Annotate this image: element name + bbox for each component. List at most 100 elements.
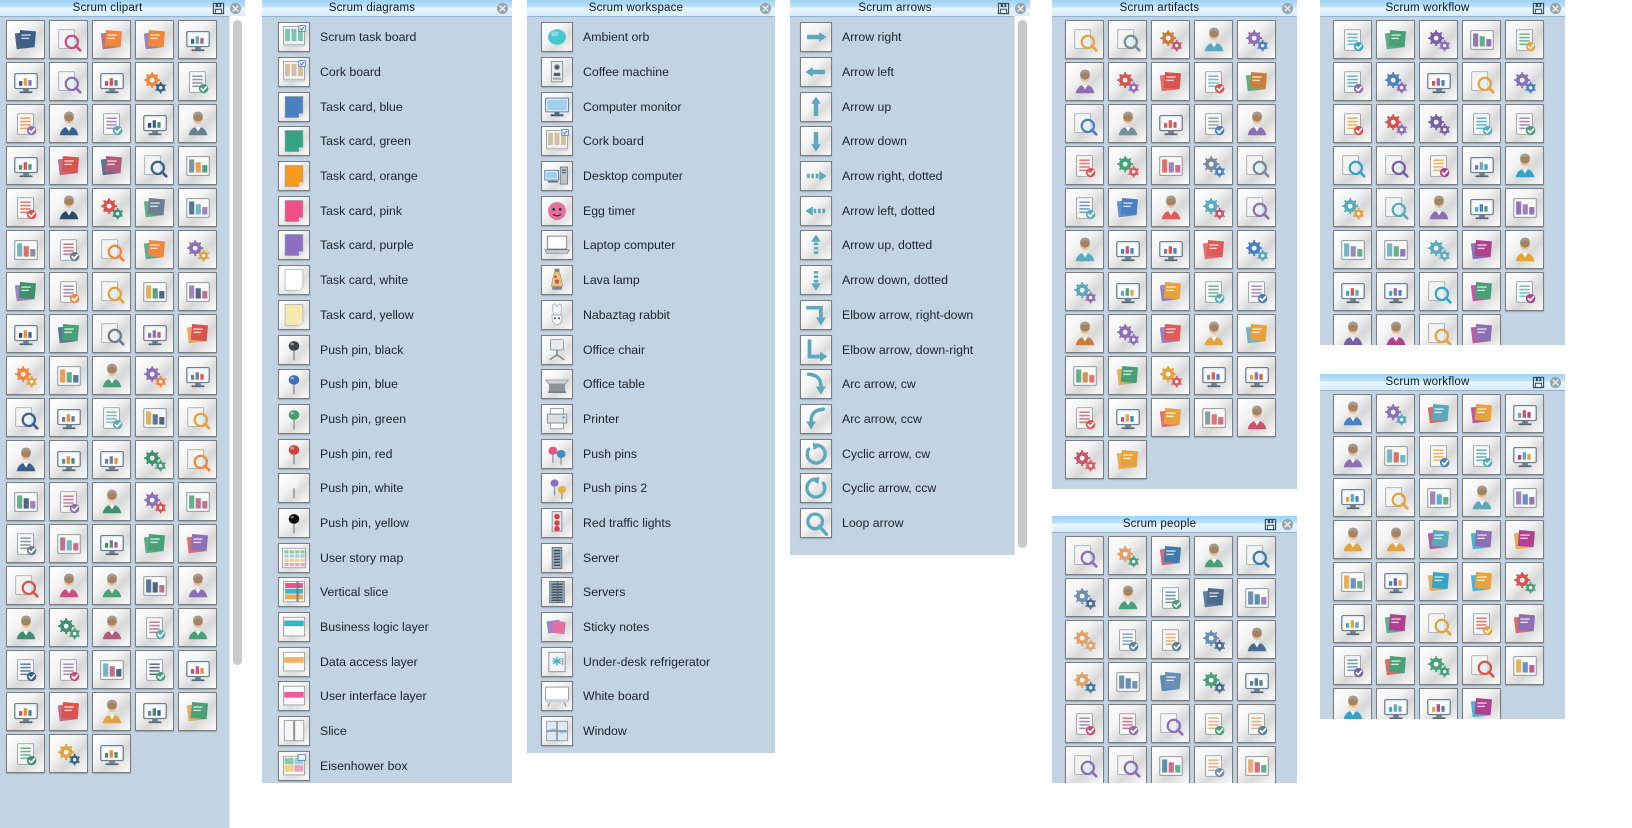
stencil-item[interactable] <box>1333 436 1372 475</box>
stencil-item[interactable] <box>1419 20 1458 59</box>
list-item[interactable]: Push pin, black <box>278 332 512 367</box>
stencil-item[interactable] <box>92 440 131 479</box>
stencil-item[interactable] <box>92 104 131 143</box>
stencil-item[interactable] <box>1505 562 1544 601</box>
list-item[interactable]: Window <box>541 714 775 749</box>
stencil-item[interactable] <box>178 650 217 689</box>
stencil-item[interactable] <box>135 692 174 731</box>
office-table-icon[interactable] <box>541 369 573 400</box>
stencil-item[interactable] <box>1505 394 1544 433</box>
stencil-item[interactable] <box>1505 230 1544 269</box>
stencil-item[interactable] <box>1419 104 1458 143</box>
push-pin-blue-icon[interactable] <box>278 369 310 400</box>
stencil-item[interactable] <box>92 566 131 605</box>
stencil-item[interactable] <box>1419 272 1458 311</box>
stencil-item[interactable] <box>135 440 174 479</box>
stencil-item[interactable] <box>49 230 88 269</box>
scrollbar-thumb[interactable] <box>1018 20 1027 548</box>
stencil-item[interactable] <box>1333 646 1372 685</box>
stencil-item[interactable] <box>1151 746 1190 783</box>
stencil-item[interactable] <box>1505 646 1544 685</box>
stencil-item[interactable] <box>1151 662 1190 701</box>
list-item[interactable]: Sticky notes <box>541 610 775 645</box>
stencil-item[interactable] <box>1065 146 1104 185</box>
user-interface-layer-icon[interactable] <box>278 681 310 712</box>
push-pins-2-icon[interactable] <box>541 473 573 504</box>
stencil-item[interactable] <box>1333 104 1372 143</box>
stencil-item[interactable] <box>6 146 45 185</box>
stencil-item[interactable] <box>1108 20 1147 59</box>
titlebar-scrum-arrows[interactable]: Scrum arrows <box>790 0 1030 17</box>
arc-arrow-ccw-icon[interactable] <box>800 403 832 434</box>
stencil-item[interactable] <box>1237 536 1276 575</box>
titlebar-scrum-workflow-bottom[interactable]: Scrum workflow <box>1320 374 1565 391</box>
stencil-item[interactable] <box>178 482 217 521</box>
stencil-item[interactable] <box>1194 188 1233 227</box>
stencil-item[interactable] <box>1194 314 1233 353</box>
list-item[interactable]: Arc arrow, cw <box>800 367 1014 402</box>
stencil-item[interactable] <box>135 608 174 647</box>
panel-scrum-artifacts[interactable]: Scrum artifacts <box>1052 0 1297 489</box>
save-floppy-icon[interactable] <box>1532 2 1545 15</box>
stencil-item[interactable] <box>1376 146 1415 185</box>
stencil-item[interactable] <box>1462 478 1501 517</box>
stencil-item[interactable] <box>1505 62 1544 101</box>
stencil-item[interactable] <box>1376 520 1415 559</box>
printer-icon[interactable] <box>541 403 573 434</box>
stencil-item[interactable] <box>6 692 45 731</box>
lava-lamp-icon[interactable] <box>541 265 573 296</box>
stencil-item[interactable] <box>1376 604 1415 643</box>
stencil-item[interactable] <box>1065 272 1104 311</box>
stencil-item[interactable] <box>1237 62 1276 101</box>
stencil-item[interactable] <box>1237 746 1276 783</box>
sticky-notes-icon[interactable] <box>541 612 573 643</box>
stencil-item[interactable] <box>49 608 88 647</box>
coffee-machine-icon[interactable] <box>541 57 573 88</box>
stencil-item[interactable] <box>178 272 217 311</box>
under-desk-refrigerator-icon[interactable] <box>541 646 573 677</box>
stencil-item[interactable] <box>49 146 88 185</box>
stencil-item[interactable] <box>1376 562 1415 601</box>
stencil-item[interactable] <box>1194 746 1233 783</box>
save-floppy-icon[interactable] <box>1532 376 1545 389</box>
stencil-item[interactable] <box>178 398 217 437</box>
stencil-item[interactable] <box>1333 62 1372 101</box>
stencil-item[interactable] <box>1333 394 1372 433</box>
workspace-list-scroll[interactable]: Ambient orb Coffee machine Computer monito… <box>527 16 775 753</box>
server-icon[interactable] <box>541 542 573 573</box>
stencil-item[interactable] <box>92 146 131 185</box>
list-item[interactable]: Push pin, green <box>278 402 512 437</box>
stencil-item[interactable] <box>49 188 88 227</box>
task-card-orange-icon[interactable] <box>278 161 310 192</box>
elbow-arrow-right-down-icon[interactable] <box>800 299 832 330</box>
stencil-item[interactable] <box>1108 704 1147 743</box>
save-floppy-icon[interactable] <box>997 2 1010 15</box>
list-item[interactable]: Arrow right, dotted <box>800 159 1014 194</box>
stencil-item[interactable] <box>1108 662 1147 701</box>
list-item[interactable]: Computer monitor <box>541 89 775 124</box>
list-item[interactable]: Cork board <box>278 55 512 90</box>
list-item[interactable]: Desktop computer <box>541 159 775 194</box>
list-item[interactable]: Task card, blue <box>278 89 512 124</box>
stencil-item[interactable] <box>1376 688 1415 719</box>
list-item[interactable]: Coffee machine <box>541 55 775 90</box>
panel-scrum-workspace[interactable]: Scrum workspace Ambient orb Coffee machin… <box>527 0 775 753</box>
stencil-item[interactable] <box>1065 662 1104 701</box>
stencil-item[interactable] <box>178 146 217 185</box>
list-item[interactable]: Task card, white <box>278 263 512 298</box>
vertical-scrollbar[interactable] <box>1014 16 1030 555</box>
stencil-item[interactable] <box>1151 620 1190 659</box>
push-pin-yellow-icon[interactable] <box>278 507 310 538</box>
business-logic-layer-icon[interactable] <box>278 612 310 643</box>
stencil-item[interactable] <box>1108 578 1147 617</box>
list-item[interactable]: Task card, orange <box>278 159 512 194</box>
slice-icon[interactable] <box>278 716 310 747</box>
stencil-item[interactable] <box>1237 230 1276 269</box>
stencil-item[interactable] <box>135 104 174 143</box>
stencil-item[interactable] <box>6 734 45 773</box>
list-item[interactable]: Arrow down <box>800 124 1014 159</box>
stencil-item[interactable] <box>135 188 174 227</box>
stencil-item[interactable] <box>1376 394 1415 433</box>
stencil-item[interactable] <box>1237 20 1276 59</box>
stencil-item[interactable] <box>1505 604 1544 643</box>
